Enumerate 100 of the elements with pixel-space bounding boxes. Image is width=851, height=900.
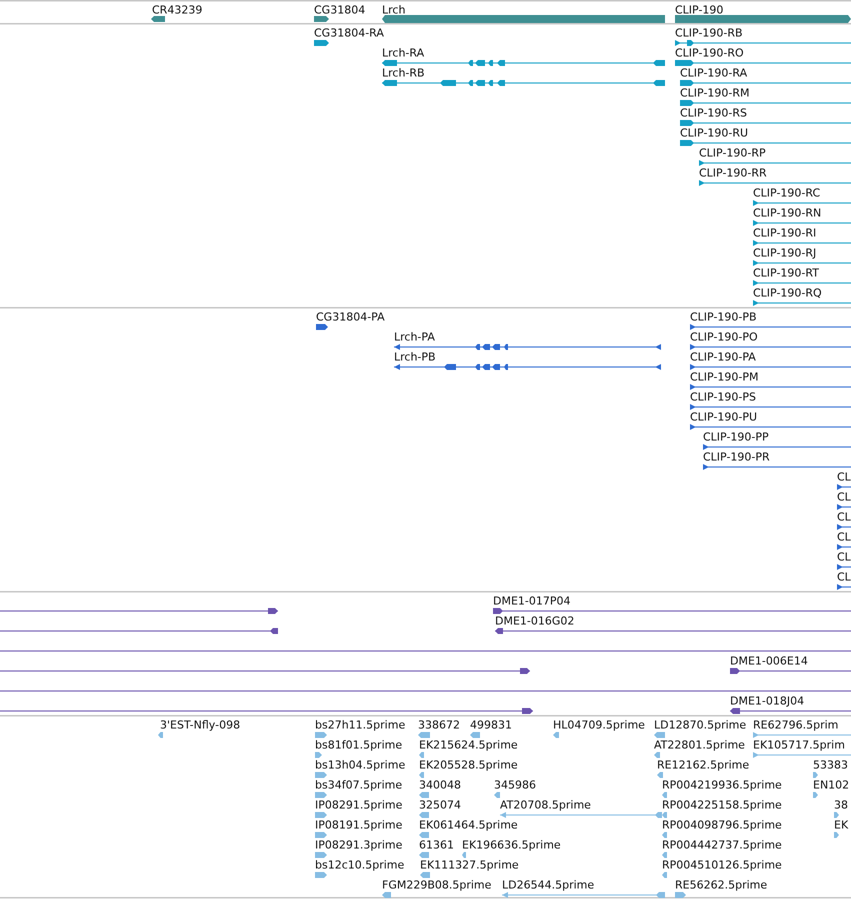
feature-drawing[interactable] xyxy=(699,160,851,166)
feature-label: bs34f07.5prime xyxy=(315,778,402,792)
feature-drawing[interactable] xyxy=(680,80,851,86)
feature-label: CLIP-190-RM xyxy=(680,86,750,100)
feature-label: CLIP-190-RN xyxy=(753,206,822,220)
feature-label: RP004225158.5prime xyxy=(662,798,782,812)
feature-label: RP004098796.5prime xyxy=(662,818,782,832)
feature-drawing[interactable] xyxy=(690,364,851,370)
feature-label: CLIP-190-RR xyxy=(699,166,767,180)
feature-label: EK205528.5prime xyxy=(419,758,518,772)
feature-drawing[interactable] xyxy=(837,484,851,490)
feature-drawing[interactable] xyxy=(394,364,661,370)
feature-label: EK xyxy=(834,818,848,832)
feature-drawing[interactable] xyxy=(0,668,530,674)
feature-label: CLIP-190-RO xyxy=(675,46,744,60)
feature-drawing[interactable] xyxy=(690,324,851,330)
feature-drawing[interactable] xyxy=(690,424,851,430)
feature-drawing[interactable] xyxy=(0,608,278,614)
feature-label: Lrch-PA xyxy=(394,330,435,344)
feature-label: CLIP-190-PS xyxy=(690,390,756,404)
feature-drawing[interactable] xyxy=(753,300,851,306)
feature-label: DME1-016G02 xyxy=(495,614,574,628)
feature-drawing[interactable] xyxy=(0,628,278,634)
feature-label: EK061464.5prime xyxy=(419,818,518,832)
feature-label: CL xyxy=(837,550,851,564)
feature-drawing[interactable] xyxy=(495,628,851,634)
feature-label: CL xyxy=(837,490,851,504)
feature-label: bs13h04.5prime xyxy=(315,758,406,772)
feature-label: CLIP-190-RC xyxy=(753,186,820,200)
feature-drawing[interactable] xyxy=(493,608,851,614)
feature-label: Lrch xyxy=(382,4,406,16)
feature-label: AT20708.5prime xyxy=(500,798,591,812)
feature-label: 338672 xyxy=(418,718,460,732)
feature-label: CLIP-190-RB xyxy=(675,26,743,40)
feature-drawing[interactable] xyxy=(730,668,851,674)
feature-label: IP08291.3prime xyxy=(315,838,402,852)
feature-label: CLIP-190-RS xyxy=(680,106,748,120)
feature-label: CG31804 xyxy=(314,4,366,16)
feature-drawing[interactable] xyxy=(680,100,851,106)
feature-drawing[interactable] xyxy=(837,564,851,570)
feature-drawing[interactable] xyxy=(675,60,851,66)
feature-label: Lrch-RB xyxy=(382,66,425,80)
feature-label: FGM229B08.5prime xyxy=(382,878,492,892)
feature-drawing[interactable] xyxy=(314,40,329,46)
feature-label: RP004442737.5prime xyxy=(662,838,782,852)
feature-label: CLIP-190-PR xyxy=(703,450,770,464)
feature-drawing[interactable] xyxy=(837,524,851,530)
feature-drawing[interactable] xyxy=(753,260,851,266)
feature-drawing[interactable] xyxy=(680,140,851,146)
feature-drawing[interactable] xyxy=(690,384,851,390)
feature-label: CG31804-RA xyxy=(314,26,384,40)
feature-label: CLIP-190-PB xyxy=(690,310,757,324)
feature-label: CLIP-190-PU xyxy=(690,410,758,424)
feature-drawing[interactable] xyxy=(753,200,851,206)
feature-drawing[interactable] xyxy=(753,240,851,246)
feature-label: AT22801.5prime xyxy=(654,738,745,752)
feature-label: CR43239 xyxy=(152,4,202,16)
feature-label: RE12162.5prime xyxy=(657,758,750,772)
feature-drawing[interactable] xyxy=(703,444,851,450)
feature-label: CLIP-190-PM xyxy=(690,370,759,384)
feature-drawing[interactable] xyxy=(316,324,328,330)
feature-label: CL xyxy=(837,530,851,544)
feature-drawing[interactable] xyxy=(675,40,851,46)
feature-drawing[interactable] xyxy=(703,464,851,470)
feature-drawing[interactable] xyxy=(382,60,665,66)
feature-drawing[interactable] xyxy=(837,504,851,510)
feature-drawing[interactable] xyxy=(0,708,533,714)
feature-label: CL xyxy=(837,570,851,584)
feature-label: 340048 xyxy=(419,778,461,792)
feature-label: bs81f01.5prime xyxy=(315,738,402,752)
feature-label: 3'EST-Nfly-098 xyxy=(160,718,240,732)
feature-label: RE62796.5prim xyxy=(753,718,838,732)
feature-label: CLIP-190-RP xyxy=(699,146,766,160)
feature-label: CLIP-190-RT xyxy=(753,266,819,280)
feature-label: 38 xyxy=(834,798,848,812)
feature-label: IP08191.5prime xyxy=(315,818,402,832)
feature-drawing[interactable] xyxy=(382,80,665,86)
feature-drawing[interactable] xyxy=(837,584,851,590)
feature-label: CLIP-190-PP xyxy=(703,430,769,444)
feature-label: 61361 xyxy=(419,838,454,852)
feature-label: DME1-006E14 xyxy=(730,654,808,668)
feature-drawing[interactable] xyxy=(394,344,661,350)
feature-drawing[interactable] xyxy=(753,220,851,226)
feature-drawing[interactable] xyxy=(730,708,851,714)
feature-label: RP004219936.5prime xyxy=(662,778,782,792)
feature-drawing[interactable] xyxy=(680,120,851,126)
feature-label: CL xyxy=(837,510,851,524)
feature-label: CLIP-190-RJ xyxy=(753,246,816,260)
feature-drawing[interactable] xyxy=(753,280,851,286)
feature-label: DME1-017P04 xyxy=(493,594,571,608)
feature-drawing[interactable] xyxy=(837,544,851,550)
feature-label: RE56262.5prime xyxy=(675,878,768,892)
feature-drawing[interactable] xyxy=(690,344,851,350)
feature-label: EK215624.5prime xyxy=(419,738,518,752)
feature-label: LD12870.5prime xyxy=(654,718,746,732)
feature-label: CLIP-190-PA xyxy=(690,350,756,364)
feature-drawing[interactable] xyxy=(699,180,851,186)
feature-drawing[interactable] xyxy=(690,404,851,410)
feature-label: HL04709.5prime xyxy=(553,718,645,732)
feature-label: IP08291.5prime xyxy=(315,798,402,812)
